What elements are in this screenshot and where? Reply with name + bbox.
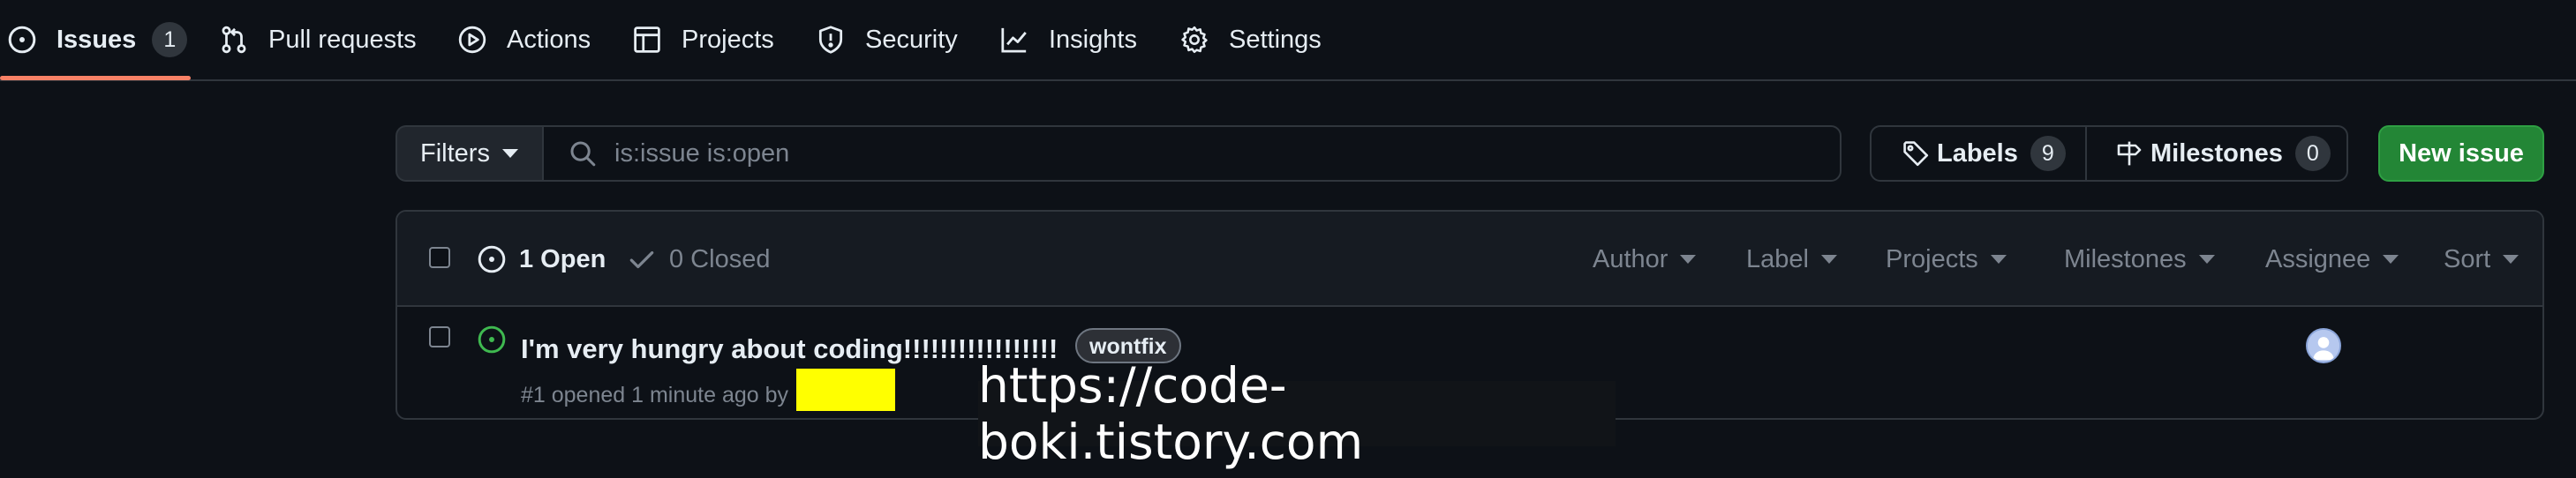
- chevron-down-icon: [2503, 255, 2520, 264]
- projects-filter[interactable]: Projects: [1886, 212, 2007, 307]
- shield-icon: [816, 25, 846, 55]
- open-issues-tab[interactable]: 1 Open: [477, 212, 606, 307]
- repo-nav: Issues 1 Pull requests Actions Projects …: [0, 0, 2576, 81]
- search-input[interactable]: [613, 138, 1764, 169]
- avatar-image: [2308, 330, 2339, 362]
- search-icon: [570, 141, 596, 167]
- author-filter[interactable]: Author: [1593, 212, 1697, 307]
- sort-filter-label: Sort: [2444, 244, 2491, 273]
- new-issue-button[interactable]: New issue: [2378, 125, 2544, 182]
- issue-checkbox[interactable]: [429, 326, 450, 347]
- redacted-author: [796, 369, 895, 411]
- chevron-down-icon: [1990, 255, 2007, 264]
- milestones-label: Milestones: [2150, 138, 2283, 168]
- labels-count: 9: [2030, 136, 2066, 171]
- graph-icon: [999, 25, 1029, 55]
- tab-actions-label: Actions: [507, 25, 591, 54]
- search-field[interactable]: [542, 125, 1842, 182]
- tab-insights-label: Insights: [1049, 25, 1137, 54]
- filters-button[interactable]: Filters: [395, 125, 542, 182]
- open-issues-label: 1 Open: [519, 244, 606, 273]
- labels-button[interactable]: Labels 9: [1872, 127, 2087, 180]
- filters-label: Filters: [420, 138, 490, 168]
- closed-issues-label: 0 Closed: [669, 244, 771, 273]
- tab-insights[interactable]: Insights: [999, 0, 1137, 79]
- tab-security-label: Security: [865, 25, 958, 54]
- chevron-down-icon: [501, 149, 518, 158]
- label-filter-label: Label: [1746, 244, 1809, 273]
- tab-issues[interactable]: Issues 1: [7, 0, 188, 79]
- tab-settings-label: Settings: [1229, 25, 1322, 54]
- chevron-down-icon: [2383, 255, 2399, 264]
- select-all-checkbox[interactable]: [429, 247, 450, 268]
- check-icon: [629, 250, 654, 269]
- label-filter[interactable]: Label: [1746, 212, 1837, 307]
- gear-icon: [1179, 25, 1209, 55]
- chevron-down-icon: [1680, 255, 1697, 264]
- milestones-filter-label: Milestones: [2064, 244, 2187, 273]
- tag-icon: [1903, 141, 1929, 167]
- assignee-filter-label: Assignee: [2265, 244, 2371, 273]
- tab-security[interactable]: Security: [816, 0, 958, 79]
- chevron-down-icon: [2198, 255, 2215, 264]
- sort-filter[interactable]: Sort: [2444, 212, 2520, 307]
- milestones-button[interactable]: Milestones 0: [2087, 127, 2346, 180]
- labels-milestones-group: Labels 9 Milestones 0: [1870, 125, 2348, 182]
- tab-issues-counter: 1: [152, 22, 188, 57]
- assignee-avatar[interactable]: [2306, 328, 2341, 363]
- pull-request-icon: [219, 25, 249, 55]
- active-tab-underline: [0, 76, 191, 80]
- chevron-down-icon: [1820, 255, 1837, 264]
- table-icon: [632, 25, 662, 55]
- tab-projects[interactable]: Projects: [632, 0, 774, 79]
- tab-actions[interactable]: Actions: [457, 0, 591, 79]
- play-icon: [457, 25, 487, 55]
- projects-filter-label: Projects: [1886, 244, 1978, 273]
- tab-settings[interactable]: Settings: [1179, 0, 1322, 79]
- issue-opened-icon: [478, 325, 506, 354]
- issue-meta: #1 opened 1 minute ago by: [521, 383, 789, 407]
- tab-pull-requests[interactable]: Pull requests: [219, 0, 417, 79]
- closed-issues-tab[interactable]: 0 Closed: [627, 212, 770, 307]
- tab-pull-requests-label: Pull requests: [268, 25, 417, 54]
- tab-projects-label: Projects: [682, 25, 774, 54]
- author-filter-label: Author: [1593, 244, 1668, 273]
- issue-opened-icon: [7, 25, 37, 55]
- milestone-icon: [2117, 141, 2142, 166]
- labels-label: Labels: [1937, 138, 2018, 168]
- milestones-count: 0: [2294, 136, 2331, 171]
- issues-list-header: 1 Open 0 Closed Author Label Projects Mi…: [397, 212, 2542, 307]
- issue-opened-icon: [478, 245, 506, 273]
- milestones-filter[interactable]: Milestones: [2064, 212, 2215, 307]
- tab-issues-label: Issues: [56, 25, 137, 54]
- watermark-url: https://code-boki.tistory.com: [978, 357, 1616, 470]
- assignee-filter[interactable]: Assignee: [2265, 212, 2399, 307]
